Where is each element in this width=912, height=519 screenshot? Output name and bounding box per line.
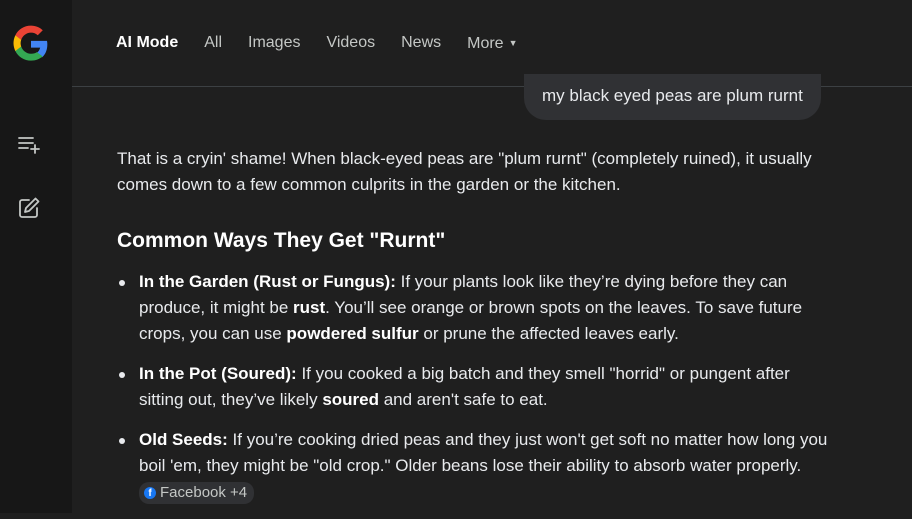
tab-ai-mode[interactable]: AI Mode xyxy=(116,33,178,54)
answer-heading: Common Ways They Get "Rurnt" xyxy=(117,229,446,252)
source-chip-label: Facebook +4 xyxy=(160,484,248,501)
left-rail xyxy=(0,0,72,513)
edit-icon[interactable] xyxy=(17,196,41,220)
bullet-text: and aren't safe to eat. xyxy=(379,390,548,409)
ai-answer: That is a cryin' shame! When black-eyed … xyxy=(117,146,837,519)
answer-list: In the Garden (Rust or Fungus): If your … xyxy=(117,269,837,505)
bullet-title: Old Seeds: xyxy=(139,430,228,449)
google-logo-icon[interactable] xyxy=(11,24,51,64)
search-tabs: AI Mode All Images Videos News More ▼ xyxy=(116,33,544,54)
bullet-bold-text: rust xyxy=(293,298,326,317)
tab-more-label: More xyxy=(467,35,504,52)
tab-more[interactable]: More ▼ xyxy=(467,33,517,54)
list-item: Old Seeds: If you’re cooking dried peas … xyxy=(117,427,837,505)
source-chip[interactable]: f Facebook +4 xyxy=(139,482,255,504)
bullet-bold-text: powdered sulfur xyxy=(286,324,419,343)
answer-intro: That is a cryin' shame! When black-eyed … xyxy=(117,149,812,194)
new-thread-icon[interactable] xyxy=(17,132,41,156)
bullet-bold-text: soured xyxy=(322,390,379,409)
tab-news[interactable]: News xyxy=(401,33,441,54)
tab-videos[interactable]: Videos xyxy=(326,33,375,54)
list-item: In the Pot (Soured): If you cooked a big… xyxy=(117,361,837,413)
bullet-title: In the Garden (Rust or Fungus): xyxy=(139,272,396,291)
bullet-text: If you’re cooking dried peas and they ju… xyxy=(139,430,828,475)
user-query-bubble: my black eyed peas are plum rurnt xyxy=(524,74,821,120)
tab-images[interactable]: Images xyxy=(248,33,300,54)
tab-all[interactable]: All xyxy=(204,33,222,54)
list-item: In the Garden (Rust or Fungus): If your … xyxy=(117,269,837,347)
facebook-icon: f xyxy=(144,487,156,499)
bullet-text: or prune the affected leaves early. xyxy=(418,324,679,343)
chevron-down-icon: ▼ xyxy=(508,38,518,48)
bullet-title: In the Pot (Soured): xyxy=(139,364,297,383)
